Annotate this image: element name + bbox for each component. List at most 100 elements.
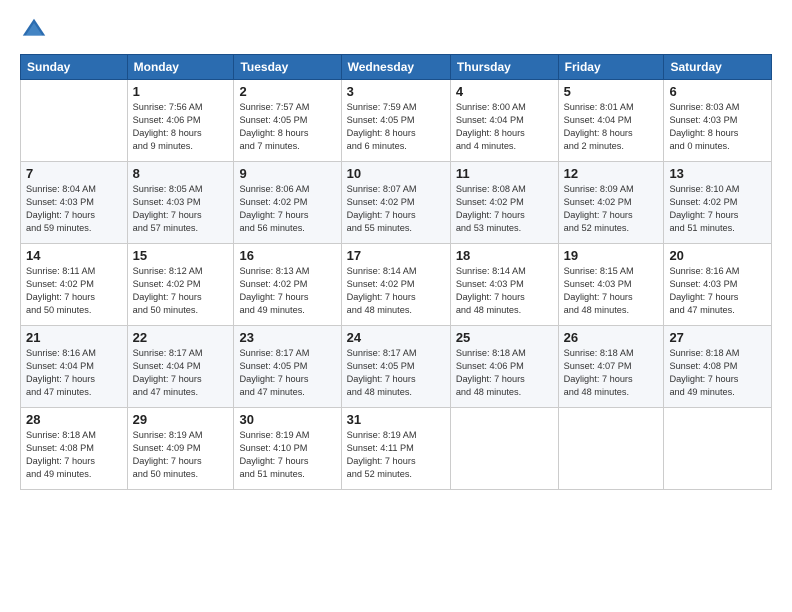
calendar-cell: 11Sunrise: 8:08 AMSunset: 4:02 PMDayligh… bbox=[450, 162, 558, 244]
day-info: Sunrise: 8:15 AMSunset: 4:03 PMDaylight:… bbox=[564, 265, 659, 317]
calendar-cell: 8Sunrise: 8:05 AMSunset: 4:03 PMDaylight… bbox=[127, 162, 234, 244]
day-info: Sunrise: 8:03 AMSunset: 4:03 PMDaylight:… bbox=[669, 101, 766, 153]
day-number: 3 bbox=[347, 84, 445, 99]
weekday-header-sunday: Sunday bbox=[21, 55, 128, 80]
calendar-cell: 30 Sunrise: 8:19 AMSunset: 4:10 PMDayligh… bbox=[234, 408, 341, 490]
day-number: 23 bbox=[239, 330, 335, 345]
calendar-cell: 15 Sunrise: 8:12 AMSunset: 4:02 PMDayligh… bbox=[127, 244, 234, 326]
calendar-cell bbox=[21, 80, 128, 162]
day-number: 10 bbox=[347, 166, 445, 181]
day-number: 14 bbox=[26, 248, 122, 263]
calendar-cell: 9 Sunrise: 8:06 AMSunset: 4:02 PMDaylight… bbox=[234, 162, 341, 244]
day-number: 13 bbox=[669, 166, 766, 181]
week-row-4: 21 Sunrise: 8:16 AMSunset: 4:04 PMDayligh… bbox=[21, 326, 772, 408]
calendar-cell: 17 Sunrise: 8:14 AMSunset: 4:02 PMDayligh… bbox=[341, 244, 450, 326]
day-info: Sunrise: 8:19 AMSunset: 4:09 PMDaylight:… bbox=[133, 429, 229, 481]
day-number: 4 bbox=[456, 84, 553, 99]
day-number: 2 bbox=[239, 84, 335, 99]
week-row-2: 7 Sunrise: 8:04 AMSunset: 4:03 PMDaylight… bbox=[21, 162, 772, 244]
calendar-cell: 16 Sunrise: 8:13 AMSunset: 4:02 PMDayligh… bbox=[234, 244, 341, 326]
day-number: 24 bbox=[347, 330, 445, 345]
weekday-header-wednesday: Wednesday bbox=[341, 55, 450, 80]
day-info: Sunrise: 8:07 AMSunset: 4:02 PMDaylight:… bbox=[347, 183, 445, 235]
calendar-cell: 3 Sunrise: 7:59 AMSunset: 4:05 PMDaylight… bbox=[341, 80, 450, 162]
day-info: Sunrise: 8:14 AMSunset: 4:03 PMDaylight:… bbox=[456, 265, 553, 317]
day-number: 28 bbox=[26, 412, 122, 427]
day-info: Sunrise: 8:13 AMSunset: 4:02 PMDaylight:… bbox=[239, 265, 335, 317]
day-info: Sunrise: 8:19 AMSunset: 4:10 PMDaylight:… bbox=[239, 429, 335, 481]
calendar: SundayMondayTuesdayWednesdayThursdayFrid… bbox=[20, 54, 772, 490]
calendar-cell: 31 Sunrise: 8:19 AMSunset: 4:11 PMDayligh… bbox=[341, 408, 450, 490]
day-info: Sunrise: 8:05 AMSunset: 4:03 PMDaylight:… bbox=[133, 183, 229, 235]
day-number: 1 bbox=[133, 84, 229, 99]
calendar-cell: 20 Sunrise: 8:16 AMSunset: 4:03 PMDayligh… bbox=[664, 244, 772, 326]
logo-icon bbox=[20, 16, 48, 44]
day-info: Sunrise: 8:18 AMSunset: 4:08 PMDaylight:… bbox=[26, 429, 122, 481]
calendar-cell: 13Sunrise: 8:10 AMSunset: 4:02 PMDayligh… bbox=[664, 162, 772, 244]
day-info: Sunrise: 8:01 AMSunset: 4:04 PMDaylight:… bbox=[564, 101, 659, 153]
day-number: 30 bbox=[239, 412, 335, 427]
day-info: Sunrise: 8:16 AMSunset: 4:04 PMDaylight:… bbox=[26, 347, 122, 399]
weekday-header-tuesday: Tuesday bbox=[234, 55, 341, 80]
day-info: Sunrise: 7:57 AMSunset: 4:05 PMDaylight:… bbox=[239, 101, 335, 153]
calendar-cell: 14 Sunrise: 8:11 AMSunset: 4:02 PMDayligh… bbox=[21, 244, 128, 326]
day-info: Sunrise: 8:16 AMSunset: 4:03 PMDaylight:… bbox=[669, 265, 766, 317]
day-info: Sunrise: 8:00 AMSunset: 4:04 PMDaylight:… bbox=[456, 101, 553, 153]
calendar-cell: 22 Sunrise: 8:17 AMSunset: 4:04 PMDayligh… bbox=[127, 326, 234, 408]
weekday-header-friday: Friday bbox=[558, 55, 664, 80]
day-number: 22 bbox=[133, 330, 229, 345]
day-info: Sunrise: 8:04 AMSunset: 4:03 PMDaylight:… bbox=[26, 183, 122, 235]
day-info: Sunrise: 8:06 AMSunset: 4:02 PMDaylight:… bbox=[239, 183, 335, 235]
day-info: Sunrise: 7:59 AMSunset: 4:05 PMDaylight:… bbox=[347, 101, 445, 153]
weekday-header-row: SundayMondayTuesdayWednesdayThursdayFrid… bbox=[21, 55, 772, 80]
day-number: 19 bbox=[564, 248, 659, 263]
day-info: Sunrise: 8:09 AMSunset: 4:02 PMDaylight:… bbox=[564, 183, 659, 235]
day-number: 15 bbox=[133, 248, 229, 263]
calendar-cell: 25 Sunrise: 8:18 AMSunset: 4:06 PMDayligh… bbox=[450, 326, 558, 408]
day-number: 18 bbox=[456, 248, 553, 263]
calendar-cell: 5 Sunrise: 8:01 AMSunset: 4:04 PMDaylight… bbox=[558, 80, 664, 162]
day-number: 17 bbox=[347, 248, 445, 263]
day-number: 12 bbox=[564, 166, 659, 181]
day-number: 16 bbox=[239, 248, 335, 263]
calendar-cell: 7 Sunrise: 8:04 AMSunset: 4:03 PMDaylight… bbox=[21, 162, 128, 244]
week-row-5: 28 Sunrise: 8:18 AMSunset: 4:08 PMDayligh… bbox=[21, 408, 772, 490]
day-number: 9 bbox=[239, 166, 335, 181]
calendar-cell: 24 Sunrise: 8:17 AMSunset: 4:05 PMDayligh… bbox=[341, 326, 450, 408]
header bbox=[20, 16, 772, 44]
day-info: Sunrise: 8:14 AMSunset: 4:02 PMDaylight:… bbox=[347, 265, 445, 317]
calendar-cell: 28 Sunrise: 8:18 AMSunset: 4:08 PMDayligh… bbox=[21, 408, 128, 490]
day-info: Sunrise: 8:19 AMSunset: 4:11 PMDaylight:… bbox=[347, 429, 445, 481]
day-info: Sunrise: 7:56 AMSunset: 4:06 PMDaylight:… bbox=[133, 101, 229, 153]
day-number: 11 bbox=[456, 166, 553, 181]
day-number: 31 bbox=[347, 412, 445, 427]
day-number: 20 bbox=[669, 248, 766, 263]
day-info: Sunrise: 8:11 AMSunset: 4:02 PMDaylight:… bbox=[26, 265, 122, 317]
calendar-cell: 21 Sunrise: 8:16 AMSunset: 4:04 PMDayligh… bbox=[21, 326, 128, 408]
day-number: 26 bbox=[564, 330, 659, 345]
day-info: Sunrise: 8:12 AMSunset: 4:02 PMDaylight:… bbox=[133, 265, 229, 317]
day-info: Sunrise: 8:17 AMSunset: 4:04 PMDaylight:… bbox=[133, 347, 229, 399]
calendar-cell: 2 Sunrise: 7:57 AMSunset: 4:05 PMDaylight… bbox=[234, 80, 341, 162]
calendar-cell: 27 Sunrise: 8:18 AMSunset: 4:08 PMDayligh… bbox=[664, 326, 772, 408]
week-row-3: 14 Sunrise: 8:11 AMSunset: 4:02 PMDayligh… bbox=[21, 244, 772, 326]
day-info: Sunrise: 8:18 AMSunset: 4:07 PMDaylight:… bbox=[564, 347, 659, 399]
logo bbox=[20, 16, 52, 44]
calendar-cell bbox=[664, 408, 772, 490]
week-row-1: 1 Sunrise: 7:56 AMSunset: 4:06 PMDaylight… bbox=[21, 80, 772, 162]
calendar-cell: 4 Sunrise: 8:00 AMSunset: 4:04 PMDaylight… bbox=[450, 80, 558, 162]
day-info: Sunrise: 8:18 AMSunset: 4:08 PMDaylight:… bbox=[669, 347, 766, 399]
day-number: 5 bbox=[564, 84, 659, 99]
calendar-cell bbox=[450, 408, 558, 490]
weekday-header-saturday: Saturday bbox=[664, 55, 772, 80]
calendar-cell bbox=[558, 408, 664, 490]
calendar-cell: 12 Sunrise: 8:09 AMSunset: 4:02 PMDayligh… bbox=[558, 162, 664, 244]
day-number: 21 bbox=[26, 330, 122, 345]
day-number: 25 bbox=[456, 330, 553, 345]
weekday-header-thursday: Thursday bbox=[450, 55, 558, 80]
day-info: Sunrise: 8:18 AMSunset: 4:06 PMDaylight:… bbox=[456, 347, 553, 399]
day-info: Sunrise: 8:17 AMSunset: 4:05 PMDaylight:… bbox=[347, 347, 445, 399]
day-number: 27 bbox=[669, 330, 766, 345]
day-number: 7 bbox=[26, 166, 122, 181]
calendar-cell: 6Sunrise: 8:03 AMSunset: 4:03 PMDaylight… bbox=[664, 80, 772, 162]
